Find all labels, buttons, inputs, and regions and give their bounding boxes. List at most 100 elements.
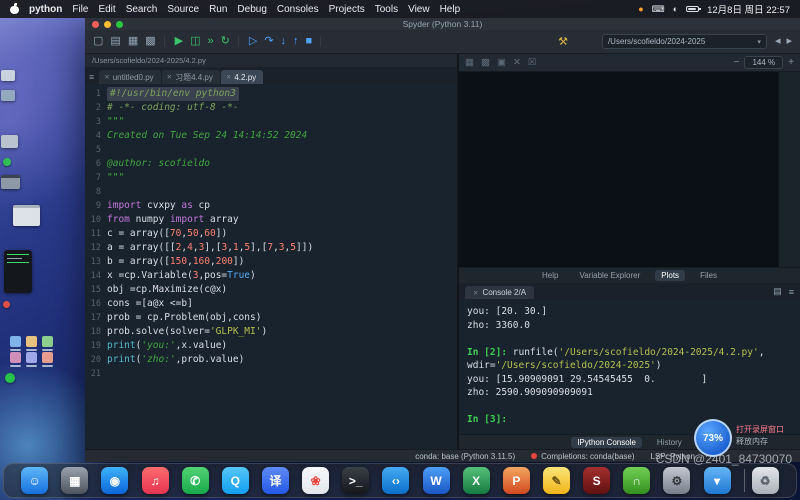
dock-word[interactable]: W [423,467,450,494]
menu-consoles[interactable]: Consoles [277,4,319,15]
desktop-icon[interactable] [10,336,21,347]
close-console-icon[interactable]: ✕ [473,289,478,297]
remove-all-plots-icon[interactable]: ☒ [528,57,537,68]
dock-notes[interactable]: ✎ [543,467,570,494]
panel-tab-help[interactable]: Help [536,270,564,281]
copy-plot-icon[interactable]: ▣ [497,57,506,68]
run-cell-advance-icon[interactable]: » [208,36,214,47]
status-widget-icon[interactable]: ● [638,5,643,14]
close-tab-icon[interactable]: ✕ [167,73,172,81]
dock-downloads-folder[interactable]: ▾ [704,467,731,494]
desktop-window-thumbnail[interactable] [1,175,20,189]
wechat-notification-icon[interactable] [3,158,11,166]
editor-tab[interactable]: ✕untitled0.py [99,70,160,84]
save-all-plots-icon[interactable]: ▩ [481,57,490,68]
desktop-icon[interactable] [10,352,21,363]
terminal-window-thumbnail[interactable] [4,250,32,293]
app-badge-icon[interactable] [3,301,10,308]
dock-safari[interactable]: ◉ [101,467,128,494]
console-bottom-tab-history[interactable]: History [651,437,688,448]
dock-wechat[interactable]: ✆ [182,467,209,494]
editor-tab[interactable]: ✕4.2.py [221,70,263,84]
green-app-icon[interactable] [5,373,15,383]
code-editor[interactable]: 1#!/usr/bin/env python32# -*- coding: ut… [85,84,457,449]
menu-edit[interactable]: Edit [98,4,115,15]
dock-trash[interactable]: ♻ [752,467,779,494]
dock-system-settings[interactable]: ⚙ [663,467,690,494]
console-bottom-tab-ipython-console[interactable]: IPython Console [571,437,642,448]
memory-tooltip-line1[interactable]: 打开录屏窗口 [736,424,784,436]
battery-icon[interactable] [686,6,699,12]
menubar-clock[interactable]: 12月8日 周日 22:57 [707,2,790,16]
menu-tools[interactable]: Tools [375,4,398,15]
menu-run[interactable]: Run [209,4,227,15]
menu-view[interactable]: View [408,4,430,15]
back-icon[interactable]: ◂ [775,36,781,47]
menu-search[interactable]: Search [126,4,158,15]
close-tab-icon[interactable]: ✕ [226,73,231,81]
close-button[interactable] [92,21,99,28]
run-file-icon[interactable]: ▶ [175,36,183,47]
menu-source[interactable]: Source [167,4,199,15]
dock-terminal[interactable]: >_ [342,467,369,494]
memory-tooltip-line2[interactable]: 释放内存 [736,436,784,448]
dock-powerpoint[interactable]: P [503,467,530,494]
desktop-icon[interactable] [42,352,53,363]
desktop-icon[interactable] [26,336,37,347]
open-file-icon[interactable]: ▤ [110,36,120,47]
screen-mirroring-icon[interactable]: ◐ [673,5,678,14]
dock-qq[interactable]: Q [222,467,249,494]
apple-menu-icon[interactable] [10,4,19,14]
desktop-icon[interactable] [26,352,37,363]
console-tab[interactable]: ✕ Console 2/A [465,286,534,299]
close-tab-icon[interactable]: ✕ [104,73,109,81]
zoom-in-icon[interactable]: + [788,57,794,68]
plots-thumbnail-strip[interactable] [778,72,800,267]
step-over-icon[interactable]: ↷ [264,36,273,47]
inspect-icon[interactable]: ▤ [773,286,782,297]
run-cell-icon[interactable]: ◫ [190,36,200,47]
dock-spyder[interactable]: S [583,467,610,494]
menu-help[interactable]: Help [440,4,461,15]
remove-plot-icon[interactable]: ✕ [513,57,521,68]
dock-music[interactable]: ♫ [142,467,169,494]
desktop-window-thumbnail[interactable] [1,70,15,81]
step-into-icon[interactable]: ↓ [281,36,287,47]
zoom-out-icon[interactable]: − [734,57,740,68]
preferences-icon[interactable]: ⚒ [558,35,568,48]
ipython-console-output[interactable]: you: [20. 30.]zho: 3360.0In [2]: runfile… [459,299,800,434]
dock-photos[interactable]: ❀ [302,467,329,494]
panel-tab-plots[interactable]: Plots [655,270,685,281]
editor-tab[interactable]: ✕习题4.4.py [162,70,220,84]
working-directory-select[interactable]: /Users/scofieldo/2024-2025 ▾ [602,34,767,49]
dock-excel[interactable]: X [463,467,490,494]
dock-finder[interactable]: ☺ [21,467,48,494]
desktop-window-thumbnail[interactable] [13,205,40,226]
desktop-window-thumbnail[interactable] [1,135,18,148]
dock-translate[interactable]: 译 [262,467,289,494]
browse-tabs-icon[interactable]: ≡ [87,72,98,84]
desktop-window-thumbnail[interactable] [1,90,15,101]
dock-vscode[interactable]: ‹› [382,467,409,494]
dock-anaconda[interactable]: ∩ [623,467,650,494]
conda-env-status[interactable]: conda: base (Python 3.11.5) [415,452,515,461]
panel-tab-variable-explorer[interactable]: Variable Explorer [573,270,646,281]
new-file-icon[interactable]: ▢ [93,36,103,47]
forward-icon[interactable]: ▸ [786,36,792,47]
completions-status[interactable]: Completions: conda(base) [531,452,634,461]
panel-tab-files[interactable]: Files [694,270,723,281]
save-icon[interactable]: ▦ [128,36,138,47]
menubar-app-name[interactable]: python [29,4,62,15]
input-source-icon[interactable]: ⌨ [652,5,665,14]
rerun-cell-icon[interactable]: ↻ [221,36,230,47]
save-plot-icon[interactable]: ▦ [465,57,474,68]
menu-file[interactable]: File [72,4,88,15]
desktop-icon[interactable] [42,336,53,347]
debug-file-icon[interactable]: ▷ [249,36,257,47]
step-out-icon[interactable]: ↑ [293,36,299,47]
zoom-button[interactable] [116,21,123,28]
dock-launchpad[interactable]: ▦ [61,467,88,494]
stop-debug-icon[interactable]: ■ [306,36,313,47]
menu-debug[interactable]: Debug [237,4,266,15]
menu-projects[interactable]: Projects [329,4,365,15]
